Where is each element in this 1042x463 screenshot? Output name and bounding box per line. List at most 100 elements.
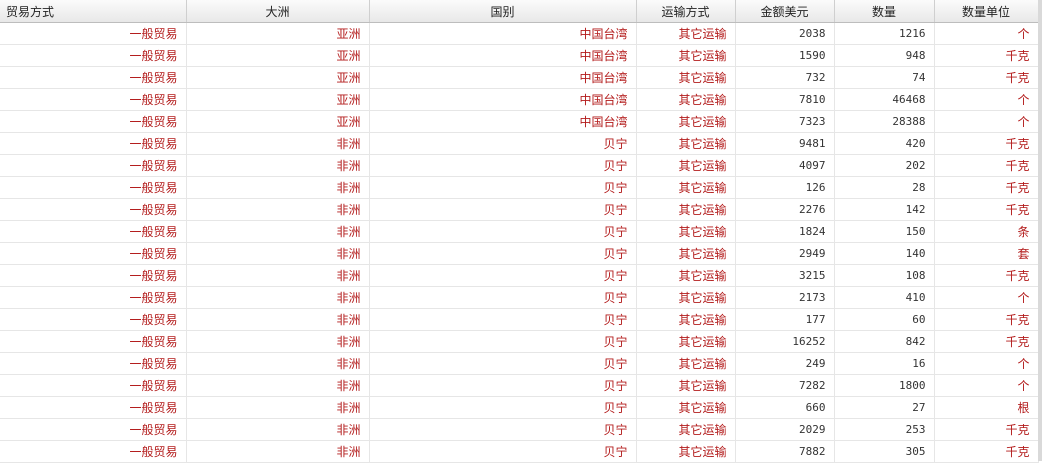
- cell-transport-mode[interactable]: 其它运输: [636, 308, 736, 331]
- cell-continent[interactable]: 非洲: [186, 352, 370, 375]
- table-row[interactable]: 一般贸易 非洲 贝宁 其它运输 249 16 个: [0, 352, 1039, 375]
- cell-transport-mode[interactable]: 其它运输: [636, 88, 736, 111]
- cell-transport-mode[interactable]: 其它运输: [636, 352, 736, 375]
- cell-trade-mode[interactable]: 一般贸易: [0, 176, 187, 199]
- cell-continent[interactable]: 亚洲: [186, 22, 370, 45]
- cell-trade-mode[interactable]: 一般贸易: [0, 396, 187, 419]
- cell-trade-mode[interactable]: 一般贸易: [0, 198, 187, 221]
- cell-transport-mode[interactable]: 其它运输: [636, 44, 736, 67]
- cell-quantity[interactable]: 1800: [834, 374, 935, 397]
- cell-transport-mode[interactable]: 其它运输: [636, 374, 736, 397]
- cell-trade-mode[interactable]: 一般贸易: [0, 110, 187, 133]
- cell-transport-mode[interactable]: 其它运输: [636, 264, 736, 287]
- table-row[interactable]: 一般贸易 非洲 贝宁 其它运输 2173 410 个: [0, 286, 1039, 309]
- cell-quantity[interactable]: 28: [834, 176, 935, 199]
- cell-country[interactable]: 贝宁: [369, 418, 637, 441]
- cell-quantity-unit[interactable]: 个: [934, 110, 1039, 133]
- cell-trade-mode[interactable]: 一般贸易: [0, 88, 187, 111]
- cell-amount-usd[interactable]: 2029: [735, 418, 835, 441]
- cell-quantity[interactable]: 948: [834, 44, 935, 67]
- cell-amount-usd[interactable]: 7323: [735, 110, 835, 133]
- cell-transport-mode[interactable]: 其它运输: [636, 242, 736, 265]
- cell-continent[interactable]: 非洲: [186, 154, 370, 177]
- cell-amount-usd[interactable]: 249: [735, 352, 835, 375]
- column-header-country[interactable]: 国别: [369, 0, 637, 23]
- column-header-transport-mode[interactable]: 运输方式: [636, 0, 736, 23]
- cell-transport-mode[interactable]: 其它运输: [636, 286, 736, 309]
- cell-transport-mode[interactable]: 其它运输: [636, 66, 736, 89]
- cell-quantity[interactable]: 140: [834, 242, 935, 265]
- cell-quantity-unit[interactable]: 千克: [934, 44, 1039, 67]
- cell-continent[interactable]: 非洲: [186, 242, 370, 265]
- table-row[interactable]: 一般贸易 非洲 贝宁 其它运输 16252 842 千克: [0, 330, 1039, 353]
- cell-country[interactable]: 中国台湾: [369, 110, 637, 133]
- cell-continent[interactable]: 亚洲: [186, 44, 370, 67]
- cell-trade-mode[interactable]: 一般贸易: [0, 220, 187, 243]
- cell-country[interactable]: 贝宁: [369, 176, 637, 199]
- cell-quantity[interactable]: 28388: [834, 110, 935, 133]
- cell-continent[interactable]: 非洲: [186, 330, 370, 353]
- cell-transport-mode[interactable]: 其它运输: [636, 396, 736, 419]
- table-row[interactable]: 一般贸易 亚洲 中国台湾 其它运输 2038 1216 个: [0, 22, 1039, 45]
- cell-country[interactable]: 中国台湾: [369, 66, 637, 89]
- cell-quantity-unit[interactable]: 千克: [934, 66, 1039, 89]
- cell-transport-mode[interactable]: 其它运输: [636, 154, 736, 177]
- table-row[interactable]: 一般贸易 非洲 贝宁 其它运输 9481 420 千克: [0, 132, 1039, 155]
- cell-quantity[interactable]: 842: [834, 330, 935, 353]
- cell-quantity[interactable]: 74: [834, 66, 935, 89]
- cell-trade-mode[interactable]: 一般贸易: [0, 330, 187, 353]
- cell-country[interactable]: 贝宁: [369, 220, 637, 243]
- cell-amount-usd[interactable]: 660: [735, 396, 835, 419]
- table-row[interactable]: 一般贸易 亚洲 中国台湾 其它运输 7810 46468 个: [0, 88, 1039, 111]
- cell-quantity-unit[interactable]: 千克: [934, 418, 1039, 441]
- cell-country[interactable]: 中国台湾: [369, 44, 637, 67]
- cell-country[interactable]: 贝宁: [369, 352, 637, 375]
- cell-quantity-unit[interactable]: 个: [934, 88, 1039, 111]
- cell-continent[interactable]: 非洲: [186, 396, 370, 419]
- table-row[interactable]: 一般贸易 非洲 贝宁 其它运输 7882 305 千克: [0, 440, 1039, 463]
- cell-country[interactable]: 贝宁: [369, 440, 637, 463]
- table-row[interactable]: 一般贸易 非洲 贝宁 其它运输 1824 150 条: [0, 220, 1039, 243]
- cell-quantity[interactable]: 46468: [834, 88, 935, 111]
- cell-transport-mode[interactable]: 其它运输: [636, 330, 736, 353]
- cell-quantity-unit[interactable]: 个: [934, 286, 1039, 309]
- cell-country[interactable]: 贝宁: [369, 308, 637, 331]
- cell-trade-mode[interactable]: 一般贸易: [0, 154, 187, 177]
- table-row[interactable]: 一般贸易 非洲 贝宁 其它运输 177 60 千克: [0, 308, 1039, 331]
- table-row[interactable]: 一般贸易 非洲 贝宁 其它运输 2276 142 千克: [0, 198, 1039, 221]
- cell-quantity[interactable]: 108: [834, 264, 935, 287]
- cell-quantity[interactable]: 253: [834, 418, 935, 441]
- cell-quantity-unit[interactable]: 根: [934, 396, 1039, 419]
- table-row[interactable]: 一般贸易 非洲 贝宁 其它运输 4097 202 千克: [0, 154, 1039, 177]
- cell-amount-usd[interactable]: 2173: [735, 286, 835, 309]
- cell-quantity[interactable]: 142: [834, 198, 935, 221]
- cell-continent[interactable]: 非洲: [186, 308, 370, 331]
- cell-transport-mode[interactable]: 其它运输: [636, 198, 736, 221]
- cell-trade-mode[interactable]: 一般贸易: [0, 264, 187, 287]
- cell-trade-mode[interactable]: 一般贸易: [0, 242, 187, 265]
- cell-trade-mode[interactable]: 一般贸易: [0, 374, 187, 397]
- column-header-amount-usd[interactable]: 金额美元: [735, 0, 835, 23]
- cell-country[interactable]: 贝宁: [369, 374, 637, 397]
- cell-trade-mode[interactable]: 一般贸易: [0, 418, 187, 441]
- cell-quantity-unit[interactable]: 个: [934, 22, 1039, 45]
- cell-amount-usd[interactable]: 16252: [735, 330, 835, 353]
- cell-quantity[interactable]: 16: [834, 352, 935, 375]
- cell-continent[interactable]: 非洲: [186, 418, 370, 441]
- cell-amount-usd[interactable]: 126: [735, 176, 835, 199]
- cell-continent[interactable]: 非洲: [186, 198, 370, 221]
- cell-amount-usd[interactable]: 1590: [735, 44, 835, 67]
- cell-country[interactable]: 贝宁: [369, 396, 637, 419]
- cell-continent[interactable]: 非洲: [186, 220, 370, 243]
- cell-country[interactable]: 中国台湾: [369, 22, 637, 45]
- cell-country[interactable]: 贝宁: [369, 330, 637, 353]
- cell-continent[interactable]: 非洲: [186, 176, 370, 199]
- cell-country[interactable]: 贝宁: [369, 286, 637, 309]
- table-row[interactable]: 一般贸易 非洲 贝宁 其它运输 7282 1800 个: [0, 374, 1039, 397]
- cell-quantity-unit[interactable]: 千克: [934, 440, 1039, 463]
- cell-transport-mode[interactable]: 其它运输: [636, 22, 736, 45]
- column-header-quantity-unit[interactable]: 数量单位: [934, 0, 1039, 23]
- column-header-trade-mode[interactable]: 贸易方式: [0, 0, 187, 23]
- cell-continent[interactable]: 非洲: [186, 440, 370, 463]
- table-row[interactable]: 一般贸易 非洲 贝宁 其它运输 660 27 根: [0, 396, 1039, 419]
